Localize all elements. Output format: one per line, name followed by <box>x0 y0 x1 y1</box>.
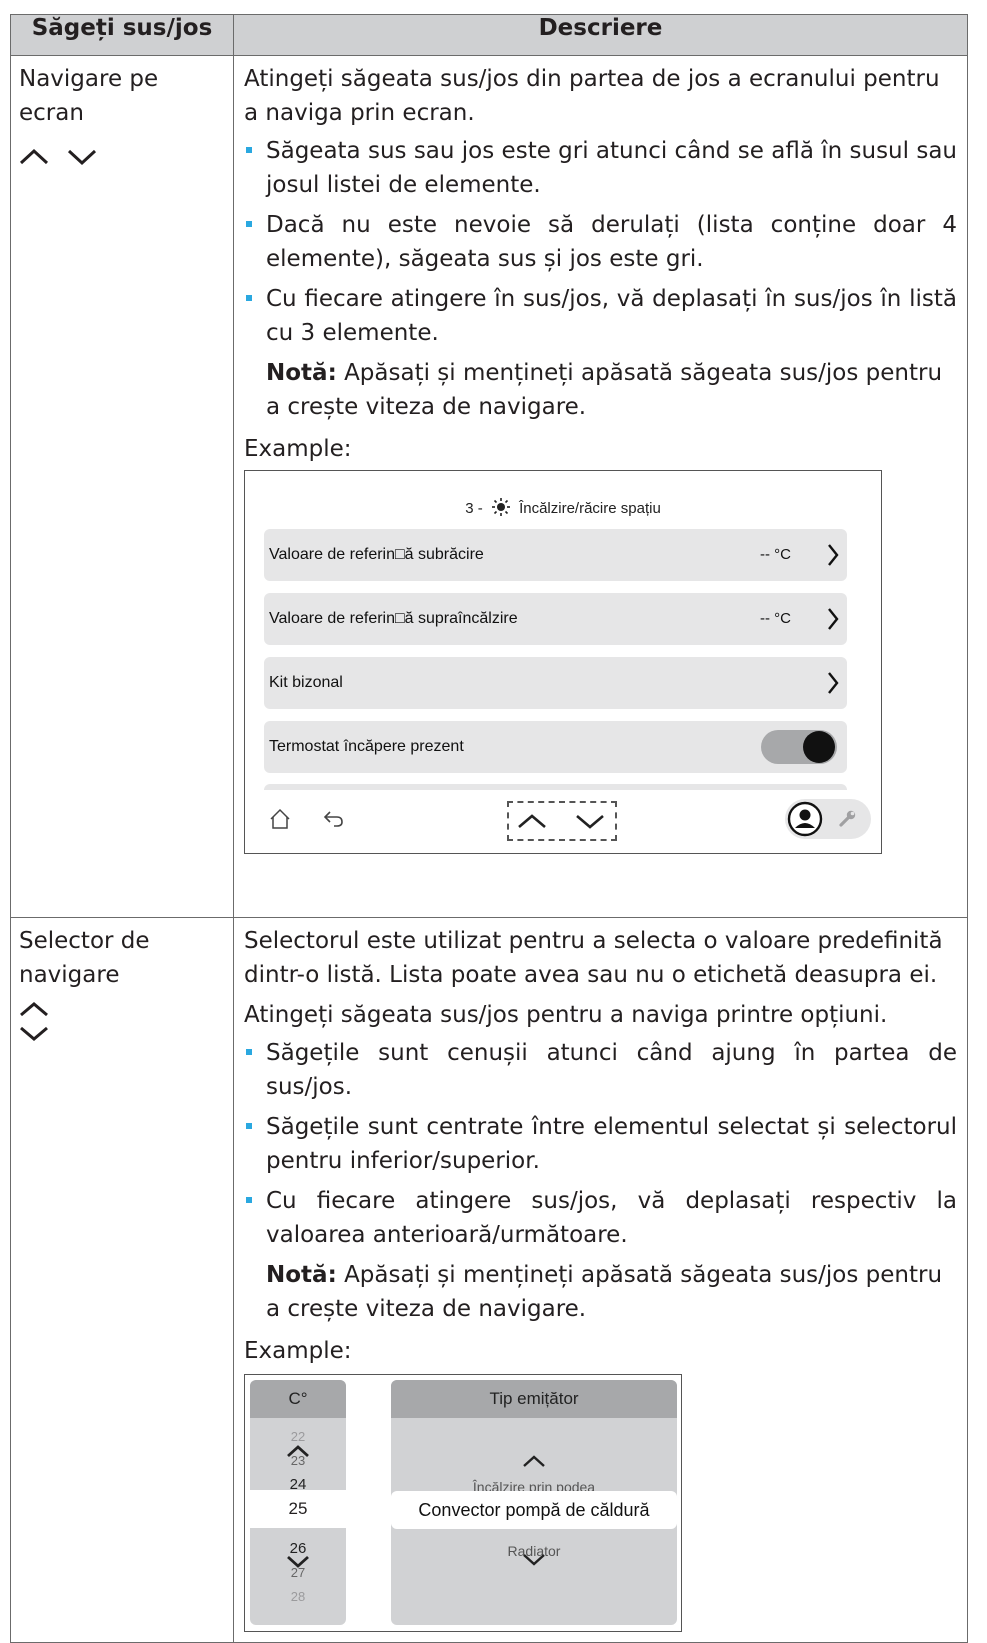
bullet-icon <box>246 1197 252 1203</box>
row-description-cell: Selectorul este utilizat pentru a select… <box>233 917 968 1643</box>
column-header-arrows: Săgeți sus/jos <box>10 14 234 56</box>
list-item: Săgețile sunt cenușii atunci când ajung … <box>244 1036 957 1104</box>
note-label: Notă: <box>266 360 337 386</box>
example-label: Example: <box>244 1338 352 1364</box>
chevron-right-icon <box>828 672 839 694</box>
screen-title: 3 - Încălzire/răcire spațiu <box>245 497 881 518</box>
row-description-cell: Atingeți săgeata sus/jos din partea de j… <box>233 55 968 918</box>
setting-label: Valoare de referin□ă supraîncălzire <box>269 610 518 627</box>
row-label: Selector de navigare <box>19 928 150 988</box>
row-label-cell: Selector de navigare <box>10 917 234 1643</box>
list-item: Dacă nu este nevoie să derulați (lista c… <box>244 208 957 276</box>
list-item: Săgeata sus sau jos este gri atunci când… <box>244 134 957 202</box>
note-label: Notă: <box>266 1262 337 1288</box>
room-thermostat-toggle[interactable] <box>761 730 837 764</box>
note: Notă: Apăsați și mențineți apăsată săgea… <box>266 1258 957 1326</box>
arrows-table: Săgeți sus/jos Descriere Navigare pe ecr… <box>10 14 968 1643</box>
selector-up-icon[interactable] <box>522 1454 546 1468</box>
bullet-icon <box>246 221 252 227</box>
example-screen-space-heating: 3 - Încălzire/răcire spațiu Valoare de r… <box>244 470 882 854</box>
list-item[interactable]: Valoare de referin□ă supraîncălzire -- °… <box>264 593 847 645</box>
home-icon[interactable] <box>269 808 291 830</box>
list-item[interactable]: Valoare de referin□ă subrăcire -- °C <box>264 529 847 581</box>
toggle-knob <box>803 731 835 763</box>
note: Notă: Apăsați și mențineți apăsată săgea… <box>266 356 957 424</box>
table-row: Selector de navigare Selectorul este uti… <box>10 917 968 1643</box>
table-row: Navigare pe ecran Atingeți săgeata sus/j… <box>10 55 968 918</box>
selected-option[interactable]: Convector pompă de căldură <box>391 1491 677 1529</box>
arrows-highlight-box <box>507 801 617 841</box>
bullet-list: Săgețile sunt cenușii atunci când ajung … <box>244 1036 957 1252</box>
up-down-arrows-icon <box>19 1000 227 1042</box>
column-header-description: Descriere <box>233 14 968 56</box>
selected-value[interactable]: 25 <box>250 1490 346 1528</box>
list-item: Cu fiecare atingere sus/jos, vă deplasaț… <box>244 1184 957 1252</box>
description-intro-2: Atingeți săgeata sus/jos pentru a naviga… <box>244 1002 888 1028</box>
selector-up-icon[interactable] <box>286 1444 310 1458</box>
back-icon[interactable] <box>323 810 345 828</box>
note-text: Apăsați și mențineți apăsată săgeata sus… <box>266 1262 943 1322</box>
scroll-down-icon[interactable] <box>575 812 605 830</box>
emitter-type-selector: Tip emițător Încălzire prin podea Convec… <box>391 1380 677 1625</box>
scroll-up-icon[interactable] <box>517 812 547 830</box>
bullet-icon <box>246 295 252 301</box>
setting-value: -- °C <box>760 610 791 627</box>
example-label: Example: <box>244 436 352 462</box>
example-selector-screen: C° 22 23 24 25 26 27 28 Tip emițător Înc… <box>244 1374 682 1632</box>
selector-header: C° <box>250 1380 346 1418</box>
user-settings-pill[interactable] <box>785 799 871 839</box>
setting-label: Termostat încăpere prezent <box>269 738 464 755</box>
description-intro: Selectorul este utilizat pentru a select… <box>244 928 943 988</box>
chevron-right-icon <box>828 608 839 630</box>
description-intro: Atingeți săgeata sus/jos din partea de j… <box>244 66 940 126</box>
bottom-bar <box>245 791 881 853</box>
wrench-icon[interactable] <box>837 809 857 829</box>
list-item: Săgețile sunt centrate între elementul s… <box>244 1110 957 1178</box>
setting-label: Kit bizonal <box>269 674 343 691</box>
up-down-arrows-icon <box>19 142 227 166</box>
setting-label: Valoare de referin□ă subrăcire <box>269 546 484 563</box>
temperature-selector: C° 22 23 24 25 26 27 28 <box>250 1380 346 1625</box>
table-header-row: Săgeți sus/jos Descriere <box>10 14 968 56</box>
selector-value: 28 <box>290 1589 306 1604</box>
bullet-icon <box>246 147 252 153</box>
bullet-icon <box>246 1123 252 1129</box>
list-item: Termostat încăpere prezent <box>264 721 847 773</box>
selector-down-icon[interactable] <box>286 1554 310 1568</box>
row-label: Navigare pe ecran <box>19 66 159 126</box>
note-text: Apăsați și mențineți apăsată săgeata sus… <box>266 360 943 420</box>
chevron-right-icon <box>828 544 839 566</box>
list-item[interactable]: Kit bizonal <box>264 657 847 709</box>
heat-cool-icon <box>491 498 510 516</box>
row-label-cell: Navigare pe ecran <box>10 55 234 918</box>
bullet-icon <box>246 1049 252 1055</box>
user-icon[interactable] <box>787 801 823 837</box>
partial-list-item <box>264 784 847 790</box>
list-item: Cu fiecare atingere în sus/jos, vă depla… <box>244 282 957 350</box>
setting-value: -- °C <box>760 546 791 563</box>
selector-header: Tip emițător <box>391 1380 677 1418</box>
selector-down-icon[interactable] <box>522 1552 546 1566</box>
bullet-list: Săgeata sus sau jos este gri atunci când… <box>244 134 957 350</box>
